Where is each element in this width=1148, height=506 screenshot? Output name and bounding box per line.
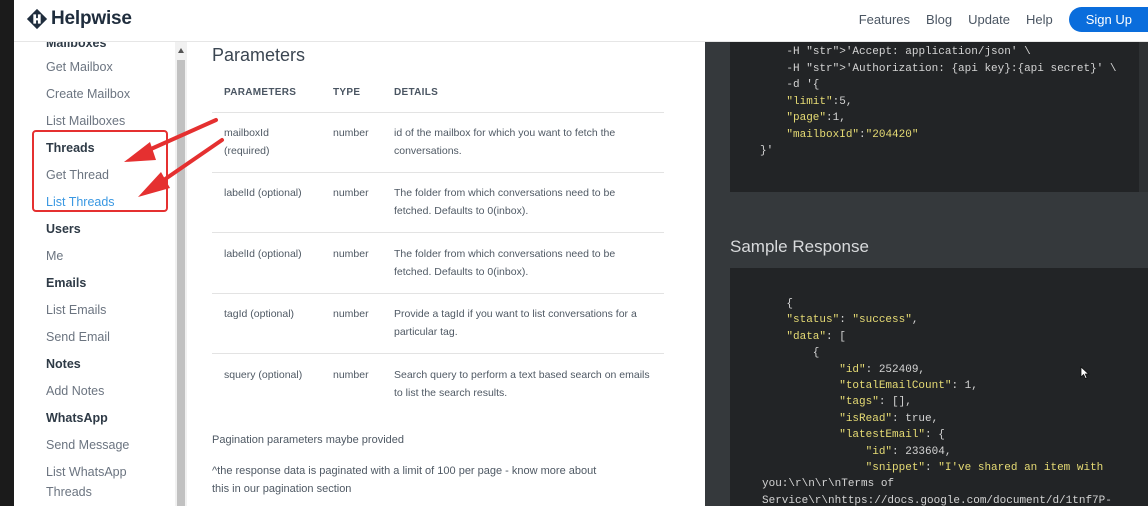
mouse-cursor-icon bbox=[1080, 366, 1090, 380]
param-type: number bbox=[333, 248, 369, 260]
param-details: to list the search results. bbox=[394, 387, 508, 399]
top-navigation: Helpwise Features Blog Update Help Sign … bbox=[14, 0, 1148, 42]
sidebar-heading-users: Users bbox=[46, 222, 81, 236]
code-line: "tags": [], bbox=[839, 396, 912, 409]
param-name: labelId (optional) bbox=[224, 248, 302, 260]
code-line: "limit":5, bbox=[786, 95, 853, 108]
code-line: { bbox=[760, 347, 820, 360]
param-type: number bbox=[333, 187, 369, 199]
nav-help-link[interactable]: Help bbox=[1026, 12, 1053, 27]
param-name: mailboxId bbox=[224, 127, 269, 139]
code-line: "mailboxId":"204420" bbox=[786, 128, 919, 141]
code-scrollbar[interactable] bbox=[1139, 42, 1148, 192]
parameters-section: Parameters PARAMETERS TYPE DETAILS mailb… bbox=[187, 42, 705, 506]
code-line: you:\r\n\r\nTerms of bbox=[762, 478, 895, 491]
sidebar-scroll-thumb[interactable] bbox=[177, 60, 185, 506]
sidebar-item-list-whatsapp[interactable]: List WhatsApp bbox=[46, 465, 127, 479]
table-row-divider bbox=[212, 353, 664, 354]
sidebar-heading-emails: Emails bbox=[46, 276, 87, 290]
sidebar-heading-mailboxes: Mailboxes bbox=[46, 42, 107, 50]
pagination-note: Pagination parameters maybe provided bbox=[212, 434, 405, 446]
sidebar-item-send-message[interactable]: Send Message bbox=[46, 438, 129, 452]
param-type: number bbox=[333, 127, 369, 139]
param-details: fetched. Defaults to 0(inbox). bbox=[394, 205, 529, 217]
response-code-block: { "status": "success", "data": [ { "id":… bbox=[730, 268, 1148, 506]
brand-logo[interactable]: Helpwise bbox=[26, 5, 132, 33]
param-name: (required) bbox=[224, 145, 270, 157]
pagination-detail-line-1: ^the response data is paginated with a l… bbox=[212, 465, 597, 477]
section-title: Parameters bbox=[212, 45, 306, 65]
signup-button[interactable]: Sign Up bbox=[1068, 7, 1148, 32]
code-line: -H "str">'Authorization: {api key}:{api … bbox=[760, 62, 1117, 75]
nav-links: Features Blog Update Help Sign Up bbox=[859, 7, 1148, 32]
code-line: "totalEmailCount": 1, bbox=[839, 380, 978, 392]
sidebar-item-me[interactable]: Me bbox=[46, 249, 63, 263]
helpwise-logo-icon bbox=[26, 8, 48, 30]
code-line: "status": "success", bbox=[786, 314, 919, 327]
nav-features-link[interactable]: Features bbox=[859, 12, 910, 27]
code-line: "page":1, bbox=[786, 112, 846, 124]
param-details: Search query to perform a text based sea… bbox=[394, 369, 650, 381]
code-line: "snippet": "I've shared an item with bbox=[865, 462, 1104, 474]
code-line: Service\r\nhttps://docs.google.com/docum… bbox=[762, 494, 1112, 506]
code-line: "isRead": true, bbox=[839, 412, 939, 425]
sidebar-item-send-email[interactable]: Send Email bbox=[46, 330, 110, 344]
docs-sidebar: Mailboxes Get Mailbox Create Mailbox List … bbox=[14, 42, 187, 506]
nav-blog-link[interactable]: Blog bbox=[926, 12, 952, 27]
param-name: tagId (optional) bbox=[224, 308, 295, 320]
column-header-type: TYPE bbox=[333, 87, 361, 98]
table-divider bbox=[212, 112, 664, 113]
param-details: fetched. Defaults to 0(inbox). bbox=[394, 266, 529, 278]
table-row-divider bbox=[212, 232, 664, 233]
code-line: -H "str">'Accept: application/json' \ bbox=[760, 46, 1031, 58]
param-details: id of the mailbox for which you want to … bbox=[394, 127, 616, 139]
param-details: Provide a tagId if you want to list conv… bbox=[394, 308, 637, 320]
sidebar-item-get-mailbox[interactable]: Get Mailbox bbox=[46, 60, 113, 74]
sidebar-heading-whatsapp: WhatsApp bbox=[46, 411, 108, 425]
sample-response-title: Sample Response bbox=[730, 237, 869, 256]
sidebar-scrollbar[interactable] bbox=[175, 42, 187, 506]
code-line: { bbox=[760, 298, 794, 310]
brand-name: Helpwise bbox=[51, 8, 132, 29]
code-line: "data": [ bbox=[786, 330, 846, 343]
nav-update-link[interactable]: Update bbox=[968, 12, 1010, 27]
sidebar-heading-notes: Notes bbox=[46, 357, 81, 371]
request-code-block: -H "str">'Accept: application/json' \ -H… bbox=[730, 42, 1148, 192]
code-line: "id": 252409, bbox=[839, 363, 926, 376]
column-header-details: DETAILS bbox=[394, 87, 439, 98]
sidebar-item-threads[interactable]: Threads bbox=[46, 485, 92, 499]
table-row-divider bbox=[212, 293, 664, 294]
pagination-detail-line-2: this in our pagination section bbox=[212, 483, 352, 495]
sidebar-item-list-mailboxes[interactable]: List Mailboxes bbox=[46, 114, 125, 128]
sidebar-item-list-emails[interactable]: List Emails bbox=[46, 303, 106, 317]
code-panel: -H "str">'Accept: application/json' \ -H… bbox=[705, 42, 1148, 506]
param-name: labelId (optional) bbox=[224, 187, 302, 199]
sidebar-item-create-mailbox[interactable]: Create Mailbox bbox=[46, 87, 130, 101]
param-type: number bbox=[333, 369, 369, 381]
code-line: -d '{ bbox=[760, 79, 820, 91]
code-line: }' bbox=[760, 145, 774, 157]
annotation-highlight-box bbox=[32, 130, 168, 212]
param-type: number bbox=[333, 308, 369, 320]
table-row-divider bbox=[212, 172, 664, 173]
param-details: The folder from which conversations need… bbox=[394, 187, 616, 199]
param-name: squery (optional) bbox=[224, 369, 303, 381]
scroll-up-arrow-icon[interactable] bbox=[178, 48, 184, 53]
sidebar-item-add-notes[interactable]: Add Notes bbox=[46, 384, 104, 398]
code-line: "id": 233604, bbox=[865, 445, 952, 458]
param-details: The folder from which conversations need… bbox=[394, 248, 616, 260]
column-header-parameters: PARAMETERS bbox=[224, 87, 297, 98]
param-details: conversations. bbox=[394, 145, 462, 157]
code-line: "latestEmail": { bbox=[839, 429, 945, 442]
param-details: particular tag. bbox=[394, 326, 458, 338]
